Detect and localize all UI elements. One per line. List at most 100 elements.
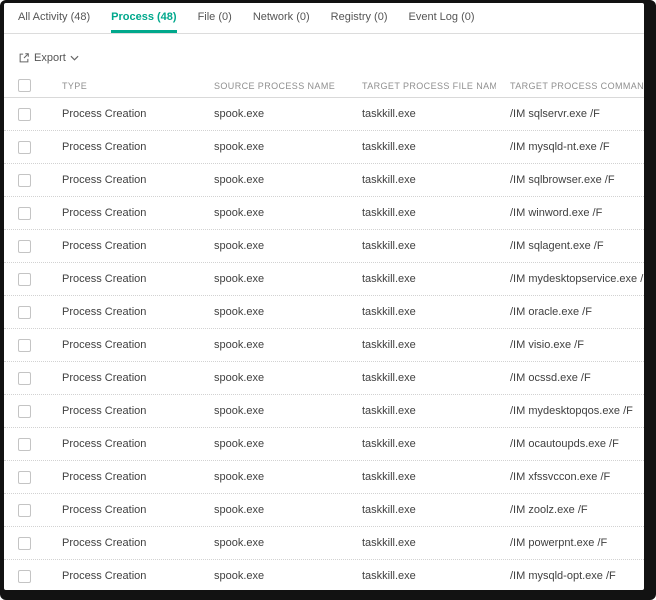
row-checkbox[interactable]	[18, 272, 31, 286]
cell-type: Process Creation	[62, 273, 147, 285]
table-header: TYPE SOURCE PROCESS NAME TARGET PROCESS FI…	[4, 74, 644, 98]
select-all-checkbox[interactable]	[18, 79, 31, 92]
cell-command: /IM winword.exe /F	[510, 207, 603, 219]
tab-all-activity[interactable]: All Activity (48)	[18, 3, 90, 33]
table-row[interactable]: Process Creation spook.exe taskkill.exe/IM…	[4, 164, 644, 197]
table-row[interactable]: Process Creation spook.exe taskkill.exe/IM…	[4, 263, 644, 296]
cell-command: /IM mydesktopqos.exe /F	[510, 405, 633, 417]
cell-type: Process Creation	[62, 405, 147, 417]
cell-type: Process Creation	[62, 537, 147, 549]
table-body: Process Creation spook.exe taskkill.exe/IM…	[4, 98, 644, 590]
cell-target-file: taskkill.exe	[362, 405, 416, 417]
table-row[interactable]: Process Creation spook.exe taskkill.exe/IM…	[4, 428, 644, 461]
row-checkbox[interactable]	[18, 173, 31, 187]
table-row[interactable]: Process Creation spook.exe taskkill.exe/IM…	[4, 296, 644, 329]
row-checkbox[interactable]	[18, 107, 31, 121]
row-checkbox[interactable]	[18, 206, 31, 220]
table-row[interactable]: Process Creation spook.exe taskkill.exe/IM…	[4, 329, 644, 362]
row-checkbox-cell	[4, 239, 48, 253]
row-checkbox-cell	[4, 305, 48, 319]
cell-type: Process Creation	[62, 306, 147, 318]
table-row[interactable]: Process Creation spook.exe taskkill.exe/IM…	[4, 197, 644, 230]
row-checkbox[interactable]	[18, 371, 31, 385]
row-checkbox[interactable]	[18, 404, 31, 418]
row-checkbox-cell	[4, 206, 48, 220]
row-checkbox[interactable]	[18, 305, 31, 319]
cell-type: Process Creation	[62, 240, 147, 252]
cell-type: Process Creation	[62, 471, 147, 483]
row-checkbox[interactable]	[18, 503, 31, 517]
row-checkbox-cell	[4, 272, 48, 286]
table-row[interactable]: Process Creation spook.exe taskkill.exe/IM…	[4, 560, 644, 590]
row-checkbox-cell	[4, 404, 48, 418]
tab-process[interactable]: Process (48)	[111, 3, 177, 33]
table-row[interactable]: Process Creation spook.exe taskkill.exe/IM…	[4, 527, 644, 560]
export-icon	[19, 53, 29, 63]
row-checkbox-cell	[4, 371, 48, 385]
row-checkbox-cell	[4, 107, 48, 121]
row-checkbox[interactable]	[18, 569, 31, 583]
row-checkbox-cell	[4, 569, 48, 583]
row-checkbox[interactable]	[18, 239, 31, 253]
cell-command: /IM xfssvccon.exe /F	[510, 471, 611, 483]
cell-target-file: taskkill.exe	[362, 174, 416, 186]
cell-source-process: spook.exe	[214, 240, 265, 252]
tab-network[interactable]: Network (0)	[253, 3, 310, 33]
table-row[interactable]: Process Creation spook.exe taskkill.exe/IM…	[4, 461, 644, 494]
row-checkbox-cell	[4, 536, 48, 550]
row-checkbox[interactable]	[18, 338, 31, 352]
cell-type: Process Creation	[62, 504, 147, 516]
cell-type: Process Creation	[62, 207, 147, 219]
row-checkbox[interactable]	[18, 437, 31, 451]
cell-source-process: spook.exe	[214, 537, 265, 549]
cell-source-process: spook.exe	[214, 438, 265, 450]
cell-source-process: spook.exe	[214, 141, 265, 153]
cell-command: /IM sqlbrowser.exe /F	[510, 174, 615, 186]
cell-target-file: taskkill.exe	[362, 339, 416, 351]
cell-target-file: taskkill.exe	[362, 108, 416, 120]
cell-target-file: taskkill.exe	[362, 438, 416, 450]
table-row[interactable]: Process Creation spook.exe taskkill.exe/IM…	[4, 230, 644, 263]
cell-target-file: taskkill.exe	[362, 504, 416, 516]
export-label: Export	[34, 52, 66, 64]
tab-bar: All Activity (48) Process (48) File (0) Net…	[4, 3, 644, 34]
process-activity-table: TYPE SOURCE PROCESS NAME TARGET PROCESS FI…	[4, 74, 644, 590]
cell-target-file: taskkill.exe	[362, 537, 416, 549]
cell-source-process: spook.exe	[214, 504, 265, 516]
cell-target-file: taskkill.exe	[362, 240, 416, 252]
cell-source-process: spook.exe	[214, 306, 265, 318]
table-row[interactable]: Process Creation spook.exe taskkill.exe/IM…	[4, 131, 644, 164]
cell-type: Process Creation	[62, 339, 147, 351]
cell-command: /IM zoolz.exe /F	[510, 504, 588, 516]
cell-source-process: spook.exe	[214, 372, 265, 384]
row-checkbox[interactable]	[18, 536, 31, 550]
cell-target-file: taskkill.exe	[362, 306, 416, 318]
row-checkbox[interactable]	[18, 470, 31, 484]
cell-command: /IM mysqld-opt.exe /F	[510, 570, 616, 582]
cell-type: Process Creation	[62, 372, 147, 384]
cell-target-file: taskkill.exe	[362, 207, 416, 219]
cell-source-process: spook.exe	[214, 570, 265, 582]
table-row[interactable]: Process Creation spook.exe taskkill.exe/IM…	[4, 362, 644, 395]
cell-source-process: spook.exe	[214, 273, 265, 285]
row-checkbox-cell	[4, 140, 48, 154]
column-header-target-process-file-name: TARGET PROCESS FILE NAME	[362, 80, 496, 91]
cell-source-process: spook.exe	[214, 339, 265, 351]
tab-event-log[interactable]: Event Log (0)	[409, 3, 475, 33]
cell-type: Process Creation	[62, 108, 147, 120]
tab-file[interactable]: File (0)	[198, 3, 232, 33]
tab-registry[interactable]: Registry (0)	[331, 3, 388, 33]
cell-source-process: spook.exe	[214, 405, 265, 417]
row-checkbox-cell	[4, 173, 48, 187]
cell-source-process: spook.exe	[214, 471, 265, 483]
cell-command: /IM sqlagent.exe /F	[510, 240, 604, 252]
table-row[interactable]: Process Creation spook.exe taskkill.exe/IM…	[4, 395, 644, 428]
row-checkbox-cell	[4, 338, 48, 352]
column-header-target-process-command-line: TARGET PROCESS COMMAND LINE	[510, 80, 644, 91]
table-row[interactable]: Process Creation spook.exe taskkill.exe/IM…	[4, 98, 644, 131]
select-all-cell	[4, 79, 48, 92]
export-button[interactable]: Export	[18, 52, 79, 64]
activity-data-panel: All Activity (48) Process (48) File (0) Net…	[4, 3, 644, 590]
row-checkbox[interactable]	[18, 140, 31, 154]
table-row[interactable]: Process Creation spook.exe taskkill.exe/IM…	[4, 494, 644, 527]
